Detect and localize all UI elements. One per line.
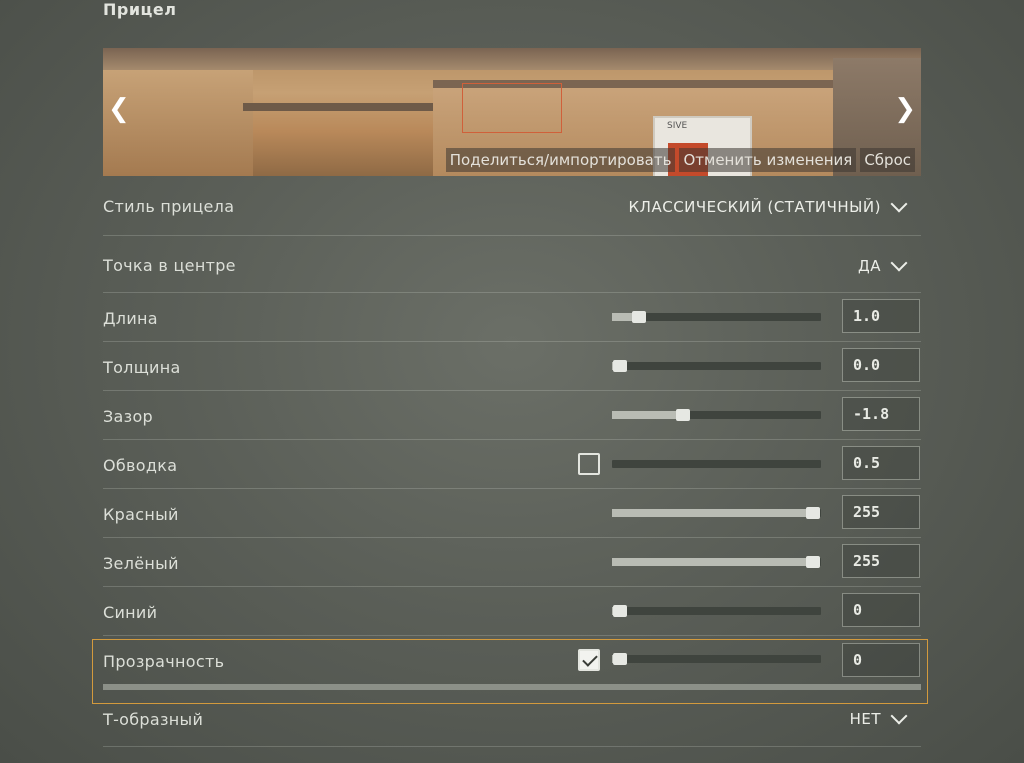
outline-checkbox[interactable] xyxy=(578,453,600,475)
thickness-label: Толщина xyxy=(103,358,181,377)
blue-label: Синий xyxy=(103,603,158,622)
row-alpha: Прозрачность 0 xyxy=(103,640,921,685)
preview-ledge xyxy=(243,103,433,111)
red-slider-handle[interactable] xyxy=(805,507,820,519)
row-red: Красный 255 xyxy=(103,489,921,538)
crosshair-style-value: КЛАССИЧЕСКИЙ (СТАТИЧНЫЙ) xyxy=(628,198,881,216)
red-slider[interactable] xyxy=(612,507,821,519)
row-blue: Синий 0 xyxy=(103,587,921,636)
center-dot-dropdown[interactable]: ДА xyxy=(858,254,908,275)
row-crosshair-style: Стиль прицела КЛАССИЧЕСКИЙ (СТАТИЧНЫЙ) xyxy=(103,180,921,236)
crosshair-style-dropdown[interactable]: КЛАССИЧЕСКИЙ (СТАТИЧНЫЙ) xyxy=(628,195,908,216)
preview-roof xyxy=(103,48,921,70)
blue-slider[interactable] xyxy=(612,605,821,617)
green-slider-handle[interactable] xyxy=(805,556,820,568)
alpha-checkbox[interactable] xyxy=(578,649,600,671)
alpha-label: Прозрачность xyxy=(103,652,225,671)
outline-label: Обводка xyxy=(103,456,178,475)
green-label: Зелёный xyxy=(103,554,179,573)
red-label: Красный xyxy=(103,505,179,524)
t-style-label: Т-образный xyxy=(103,710,204,729)
preview-sign-text: SIVE xyxy=(667,121,688,131)
blue-slider-handle[interactable] xyxy=(613,605,628,617)
chevron-down-icon xyxy=(890,254,908,272)
red-input[interactable]: 255 xyxy=(842,495,920,529)
row-outline: Обводка 0.5 xyxy=(103,440,921,489)
alpha-full-width-bar[interactable] xyxy=(103,684,921,690)
row-center-dot: Точка в центре ДА xyxy=(103,236,921,293)
green-slider[interactable] xyxy=(612,556,821,568)
gap-slider-fill xyxy=(612,411,684,419)
red-slider-fill xyxy=(612,509,813,517)
length-slider-handle[interactable] xyxy=(632,311,647,323)
outline-input[interactable]: 0.5 xyxy=(842,446,920,480)
thickness-slider[interactable] xyxy=(612,360,821,372)
center-dot-label: Точка в центре xyxy=(103,256,236,275)
row-gap: Зазор -1.8 xyxy=(103,391,921,440)
row-length: Длина 1.0 xyxy=(103,293,921,342)
length-label: Длина xyxy=(103,309,158,328)
alpha-slider[interactable] xyxy=(612,653,821,665)
t-style-dropdown[interactable]: НЕТ xyxy=(849,707,908,728)
length-input[interactable]: 1.0 xyxy=(842,299,920,333)
outline-slider[interactable] xyxy=(612,460,821,468)
green-slider-fill xyxy=(612,558,813,566)
reset-button[interactable]: Сброс xyxy=(860,148,915,172)
next-preview-button[interactable]: ❯ xyxy=(894,96,916,122)
chevron-left-icon: ❮ xyxy=(108,94,130,124)
gap-slider[interactable] xyxy=(612,409,821,421)
share-import-button[interactable]: Поделиться/импортировать xyxy=(445,148,676,172)
length-slider[interactable] xyxy=(612,311,821,323)
gap-label: Зазор xyxy=(103,407,154,426)
chevron-down-icon xyxy=(890,707,908,725)
gap-slider-handle[interactable] xyxy=(676,409,691,421)
row-thickness: Толщина 0.0 xyxy=(103,342,921,391)
thickness-input[interactable]: 0.0 xyxy=(842,348,920,382)
crosshair-preview: SIVE ❮ ❯ Поделиться/импортировать Отмени… xyxy=(103,48,921,176)
center-dot-value: ДА xyxy=(858,257,881,275)
row-t-style: Т-образный НЕТ xyxy=(103,705,921,747)
alpha-slider-handle[interactable] xyxy=(613,653,628,665)
green-input[interactable]: 255 xyxy=(842,544,920,578)
revert-changes-button[interactable]: Отменить изменения xyxy=(679,148,857,172)
t-style-value: НЕТ xyxy=(849,710,881,728)
gap-input[interactable]: -1.8 xyxy=(842,397,920,431)
row-green: Зелёный 255 xyxy=(103,538,921,587)
crosshair-style-label: Стиль прицела xyxy=(103,197,235,216)
alpha-input[interactable]: 0 xyxy=(842,643,920,677)
thickness-slider-handle[interactable] xyxy=(613,360,628,372)
blue-input[interactable]: 0 xyxy=(842,593,920,627)
chevron-right-icon: ❯ xyxy=(894,94,916,124)
chevron-down-icon xyxy=(890,195,908,213)
previous-preview-button[interactable]: ❮ xyxy=(108,96,130,122)
page-title: Прицел xyxy=(103,0,177,19)
crosshair-marker xyxy=(462,83,562,133)
preview-actions: Поделиться/импортировать Отменить измене… xyxy=(445,148,915,172)
